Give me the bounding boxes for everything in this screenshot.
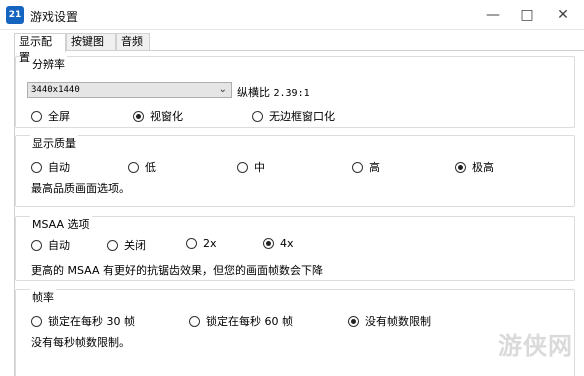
- radio-indicator: [263, 238, 274, 249]
- quality-description: 最高品质画面选项。: [31, 182, 130, 195]
- framerate-group: 帧率: [15, 289, 575, 376]
- resolution-select-value: 3440x1440: [31, 85, 80, 95]
- radio-quality-high[interactable]: 高: [352, 159, 380, 175]
- framerate-group-label: 帧率: [30, 289, 56, 305]
- close-icon: ✕: [557, 7, 569, 23]
- radio-label: 中: [254, 161, 265, 174]
- radio-fps-60[interactable]: 锁定在每秒 60 帧: [189, 313, 293, 329]
- radio-indicator: [31, 315, 42, 327]
- radio-label: 自动: [48, 239, 70, 252]
- radio-fullscreen[interactable]: 全屏: [31, 108, 70, 124]
- maximize-button[interactable]: □: [512, 0, 542, 30]
- radio-indicator: [455, 161, 466, 173]
- radio-label: 无边框窗口化: [269, 110, 335, 123]
- radio-quality-low[interactable]: 低: [128, 159, 156, 175]
- maximize-icon: □: [520, 7, 534, 23]
- close-button[interactable]: ✕: [548, 0, 578, 30]
- radio-indicator: [128, 161, 139, 173]
- radio-label: 高: [369, 161, 380, 174]
- radio-indicator: [352, 161, 363, 173]
- window-title: 游戏设置: [30, 10, 79, 24]
- radio-indicator: [31, 239, 42, 251]
- radio-msaa-auto[interactable]: 自动: [31, 237, 70, 253]
- radio-label: 没有帧数限制: [365, 315, 431, 328]
- radio-indicator: [31, 110, 42, 122]
- radio-msaa-off[interactable]: 关闭: [107, 237, 146, 253]
- framerate-description: 没有每秒帧数限制。: [31, 336, 130, 349]
- radio-label: 锁定在每秒 30 帧: [48, 315, 135, 328]
- radio-indicator: [189, 315, 200, 327]
- radio-indicator: [31, 161, 42, 173]
- title-bar: 21 游戏设置 — □ ✕: [0, 0, 584, 30]
- quality-group-label: 显示质量: [30, 135, 78, 151]
- app-icon: 21: [6, 6, 24, 24]
- resolution-select[interactable]: 3440x1440 ⌄: [27, 82, 232, 98]
- radio-indicator: [133, 110, 144, 122]
- radio-quality-ultra[interactable]: 极高: [455, 159, 494, 175]
- radio-label: 2x: [203, 237, 217, 250]
- watermark-logo: 游侠网: [498, 331, 573, 360]
- aspect-ratio: 纵横比 2.39:1: [237, 84, 310, 100]
- radio-label: 关闭: [124, 239, 146, 252]
- radio-msaa-4x[interactable]: 4x: [263, 237, 294, 250]
- msaa-description: 更高的 MSAA 有更好的抗锯齿效果，但您的画面帧数会下降: [31, 264, 324, 277]
- radio-label: 极高: [472, 161, 494, 174]
- chevron-down-icon: ⌄: [218, 84, 227, 95]
- msaa-group-label: MSAA 选项: [30, 216, 92, 232]
- radio-indicator: [107, 239, 118, 251]
- resolution-group-label: 分辨率: [30, 56, 67, 72]
- aspect-ratio-value: 2.39:1: [273, 88, 310, 99]
- aspect-ratio-label: 纵横比: [237, 86, 270, 99]
- tab-display-config[interactable]: 显示配置: [14, 33, 66, 64]
- radio-fps-30[interactable]: 锁定在每秒 30 帧: [31, 313, 135, 329]
- radio-quality-auto[interactable]: 自动: [31, 159, 70, 175]
- minimize-icon: —: [486, 7, 500, 23]
- minimize-button[interactable]: —: [478, 0, 508, 30]
- radio-quality-medium[interactable]: 中: [237, 159, 265, 175]
- radio-label: 锁定在每秒 60 帧: [206, 315, 293, 328]
- radio-label: 4x: [280, 237, 294, 250]
- radio-label: 自动: [48, 161, 70, 174]
- radio-msaa-2x[interactable]: 2x: [186, 237, 217, 250]
- radio-indicator: [186, 238, 197, 249]
- radio-label: 低: [145, 161, 156, 174]
- radio-label: 视窗化: [150, 110, 183, 123]
- radio-fps-unlimited[interactable]: 没有帧数限制: [348, 313, 431, 329]
- radio-label: 全屏: [48, 110, 70, 123]
- tab-key-icons[interactable]: 按键图标: [66, 33, 116, 64]
- tab-bar: 显示配置 按键图标 音频: [14, 33, 580, 64]
- radio-indicator: [252, 110, 263, 122]
- tab-audio[interactable]: 音频: [116, 33, 150, 51]
- radio-indicator: [237, 161, 248, 173]
- radio-indicator: [348, 315, 359, 327]
- radio-windowed[interactable]: 视窗化: [133, 108, 183, 124]
- radio-borderless[interactable]: 无边框窗口化: [252, 108, 335, 124]
